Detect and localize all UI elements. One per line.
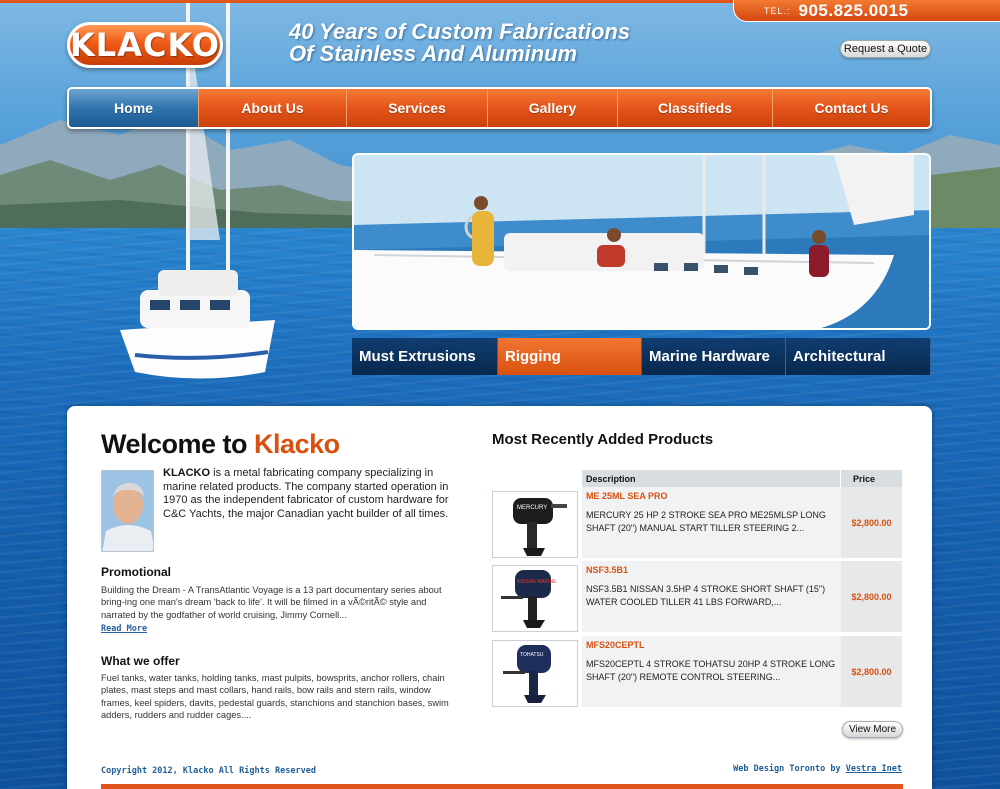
nav-about-us[interactable]: About Us [198,89,346,127]
welcome-accent: Klacko [254,429,340,459]
footer-accent-bar [101,784,903,789]
nav-services[interactable]: Services [346,89,487,127]
klacko-logo[interactable]: KLACKO [67,22,223,68]
request-quote-button[interactable]: Request a Quote [840,40,931,58]
product-details: NSF3.5B1 NSF3.5B1 NISSAN 3.5HP 4 STROKE … [582,561,841,632]
column-divider [840,470,841,487]
thumb-brand-text: NISSAN MARINE [517,579,557,585]
design-credit: Web Design Toronto by Vestra Inet [733,764,902,774]
logo-text: KLACKO [70,26,220,64]
product-details: ME 25ML SEA PRO MERCURY 25 HP 2 STROKE S… [582,487,841,558]
product-row[interactable]: MERCURY ME 25ML SEA PRO MERCURY 25 HP 2 … [492,487,902,558]
product-code[interactable]: MFS20CEPTL [586,640,645,650]
tagline-line-2: Of Stainless And Aluminum [289,41,578,66]
intro-paragraph: KLACKO is a metal fabricating company sp… [163,467,459,521]
nav-contact-us[interactable]: Contact Us [772,89,930,127]
welcome-heading: Welcome to Klacko [101,429,340,460]
intro-company-name: KLACKO [163,467,211,479]
category-marine-hardware[interactable]: Marine Hardware [642,338,786,375]
phone-tab: TEL.: 905.825.0015 [733,0,1000,22]
category-must-extrusions[interactable]: Must Extrusions [352,338,498,375]
thumb-brand-text: MERCURY [517,505,547,511]
copyright-text: Copyright 2012, Klacko All Rights Reserv… [101,766,316,776]
product-description: MFS20CEPTL 4 STROKE TOHATSU 20HP 4 STROK… [586,659,836,682]
promotional-text: Building the Dream - A TransAtlantic Voy… [101,585,442,620]
product-price: $2,800.00 [841,561,902,632]
product-row[interactable]: NISSAN MARINE NSF3.5B1 NSF3.5B1 NISSAN 3… [492,561,902,632]
product-thumbnail[interactable]: NISSAN MARINE [492,565,578,632]
product-details: MFS20CEPTL MFS20CEPTL 4 STROKE TOHATSU 2… [582,636,841,707]
category-rigging[interactable]: Rigging [498,338,642,375]
owner-portrait [101,470,154,552]
top-accent-stripe [0,0,740,3]
tagline-line-1: 40 Years of Custom Fabrications [289,19,631,44]
phone-label: TEL.: [764,5,791,16]
product-description: MERCURY 25 HP 2 STROKE SEA PRO ME25MLSP … [586,510,826,533]
product-thumbnail[interactable]: TOHATSU [492,640,578,707]
product-thumbnail[interactable]: MERCURY [492,491,578,558]
credit-link[interactable]: Vestra Inet [846,764,902,774]
welcome-prefix: Welcome to [101,429,255,459]
column-price: Price [853,474,876,484]
offer-heading: What we offer [101,654,180,668]
product-code[interactable]: NSF3.5B1 [586,565,628,575]
product-price: $2,800.00 [841,487,902,558]
product-description: NSF3.5B1 NISSAN 3.5HP 4 STROKE SHORT SHA… [586,584,826,607]
column-description: Description [586,474,636,484]
product-row[interactable]: TOHATSU MFS20CEPTL MFS20CEPTL 4 STROKE T… [492,636,902,707]
offer-text: Fuel tanks, water tanks, holding tanks, … [101,673,449,720]
nav-classifieds[interactable]: Classifieds [617,89,772,127]
phone-number[interactable]: 905.825.0015 [799,1,909,21]
view-more-button[interactable]: View More [842,721,903,738]
thumb-brand-text: TOHATSU [520,652,544,658]
product-code[interactable]: ME 25ML SEA PRO [586,491,668,501]
promotional-heading: Promotional [101,565,172,579]
feature-yacht-image [352,153,931,330]
tagline: 40 Years of Custom Fabrications Of Stain… [289,21,709,65]
products-heading: Most Recently Added Products [492,431,714,448]
main-nav: Home About Us Services Gallery Classifie… [67,87,932,129]
nav-gallery[interactable]: Gallery [487,89,617,127]
category-architectural[interactable]: Architectural [786,338,931,375]
category-bar: Must Extrusions Rigging Marine Hardware … [352,338,931,375]
nav-home[interactable]: Home [69,89,198,127]
read-more-link[interactable]: Read More [101,624,147,634]
product-price: $2,800.00 [841,636,902,707]
products-table-header: Description Price [582,470,902,487]
credit-prefix: Web Design Toronto by [733,764,846,774]
